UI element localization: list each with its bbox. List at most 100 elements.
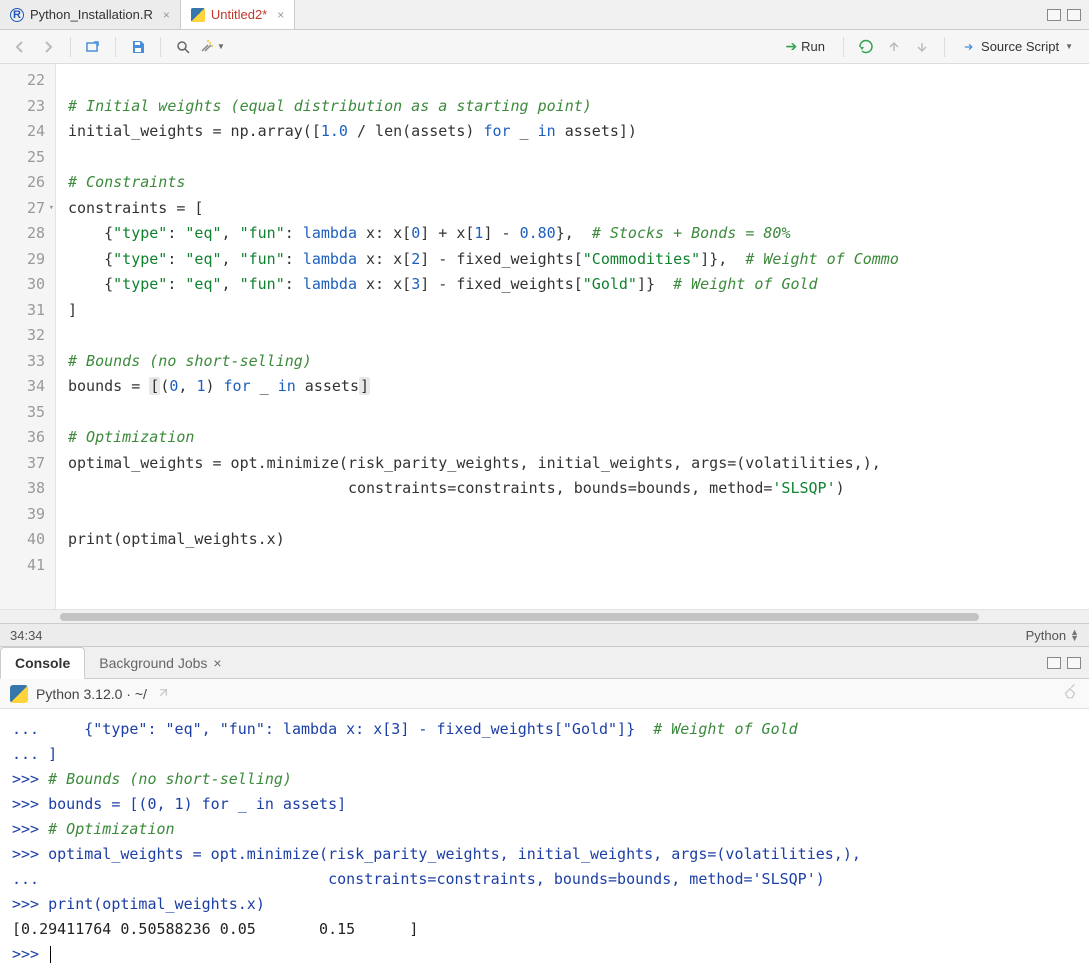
rerun-button[interactable] (854, 35, 878, 59)
maximize-pane-icon[interactable] (1067, 657, 1081, 669)
updown-icon: ▲▼ (1070, 629, 1079, 641)
line-number: 31 (4, 298, 45, 324)
toolbar-separator (115, 37, 116, 57)
python-icon (10, 685, 28, 703)
show-in-new-window-button[interactable] (81, 35, 105, 59)
chevron-down-icon: ▼ (1065, 42, 1073, 51)
language-selector[interactable]: Python ▲▼ (1026, 628, 1079, 643)
code-line: # Bounds (no short-selling) (68, 349, 1089, 375)
console-line: ... constraints=constraints, bounds=boun… (12, 867, 1077, 892)
line-number: 33 (4, 349, 45, 375)
console-line: >>> # Optimization (12, 817, 1077, 842)
line-number: 40 (4, 527, 45, 553)
console-output[interactable]: ... {"type": "eq", "fun": lambda x: x[3]… (0, 709, 1089, 967)
line-number: 36 (4, 425, 45, 451)
save-button[interactable] (126, 35, 150, 59)
tab-console[interactable]: Console (0, 647, 85, 679)
line-number: 26 (4, 170, 45, 196)
code-content[interactable]: # Initial weights (equal distribution as… (56, 64, 1089, 609)
toolbar-separator (843, 37, 844, 57)
horizontal-scrollbar[interactable] (0, 609, 1089, 623)
minimize-pane-icon[interactable] (1047, 657, 1061, 669)
close-icon[interactable]: × (213, 655, 221, 671)
line-number: 41 (4, 553, 45, 579)
code-line (68, 68, 1089, 94)
code-line: {"type": "eq", "fun": lambda x: x[0] + x… (68, 221, 1089, 247)
line-number: 39 (4, 502, 45, 528)
clear-console-icon[interactable] (1061, 682, 1079, 705)
line-number: 32 (4, 323, 45, 349)
code-line: optimal_weights = opt.minimize(risk_pari… (68, 451, 1089, 477)
run-label: Run (801, 39, 825, 54)
source-label: Source Script (981, 39, 1059, 54)
console-line: ... {"type": "eq", "fun": lambda x: x[3]… (12, 717, 1077, 742)
pane-window-controls (1047, 0, 1089, 29)
console-line: >>> (12, 942, 1077, 967)
run-arrow-icon: ➔ (785, 38, 797, 55)
pane-window-controls (1047, 647, 1089, 678)
code-line: print(optimal_weights.x) (68, 527, 1089, 553)
code-line: {"type": "eq", "fun": lambda x: x[3] - f… (68, 272, 1089, 298)
line-number: 35 (4, 400, 45, 426)
toolbar-separator (160, 37, 161, 57)
code-line: {"type": "eq", "fun": lambda x: x[2] - f… (68, 247, 1089, 273)
run-button[interactable]: ➔ Run (777, 36, 833, 57)
code-line: ] (68, 298, 1089, 324)
console-line: >>> # Bounds (no short-selling) (12, 767, 1077, 792)
code-line: # Initial weights (equal distribution as… (68, 94, 1089, 120)
line-gutter: 22 23 24 25 26 27 28 29 30 31 32 33 34 3… (0, 64, 56, 609)
toolbar-separator (944, 37, 945, 57)
minimize-pane-icon[interactable] (1047, 9, 1061, 21)
tab-background-jobs[interactable]: Background Jobs × (85, 647, 235, 678)
cursor-position: 34:34 (10, 628, 43, 643)
code-line: # Optimization (68, 425, 1089, 451)
code-line: constraints = [ (68, 196, 1089, 222)
code-line (68, 323, 1089, 349)
popout-icon[interactable] (155, 687, 169, 701)
code-line (68, 502, 1089, 528)
find-replace-button[interactable] (171, 35, 195, 59)
line-number: 37 (4, 451, 45, 477)
code-line: constraints=constraints, bounds=bounds, … (68, 476, 1089, 502)
line-number: 30 (4, 272, 45, 298)
toolbar-separator (70, 37, 71, 57)
editor-tabs: R Python_Installation.R × Untitled2* × (0, 0, 1089, 30)
line-number: 25 (4, 145, 45, 171)
line-number: 28 (4, 221, 45, 247)
close-icon[interactable]: × (163, 8, 170, 22)
source-script-button[interactable]: Source Script ▼ (955, 37, 1081, 56)
console-info: Python 3.12.0 · ~/ (36, 686, 147, 702)
code-line: bounds = [(0, 1) for _ in assets] (68, 374, 1089, 400)
code-line (68, 145, 1089, 171)
console-line: ... ] (12, 742, 1077, 767)
close-icon[interactable]: × (277, 8, 284, 22)
tab-python-installation[interactable]: R Python_Installation.R × (0, 0, 181, 29)
code-editor[interactable]: 22 23 24 25 26 27 28 29 30 31 32 33 34 3… (0, 64, 1089, 609)
console-line: [0.29411764 0.50588236 0.05 0.15 ] (12, 917, 1077, 942)
editor-statusbar: 34:34 Python ▲▼ (0, 623, 1089, 647)
code-line (68, 553, 1089, 579)
python-file-icon (191, 8, 205, 22)
line-number: 29 (4, 247, 45, 273)
line-number: 34 (4, 374, 45, 400)
line-number: 27 (4, 196, 45, 222)
code-line: # Constraints (68, 170, 1089, 196)
line-number: 24 (4, 119, 45, 145)
panel-tabs: Console Background Jobs × (0, 647, 1089, 679)
language-label: Python (1026, 628, 1066, 643)
r-file-icon: R (10, 8, 24, 22)
jobs-tab-label: Background Jobs (99, 655, 207, 671)
tab-label: Python_Installation.R (30, 7, 153, 22)
nav-forward-button[interactable] (36, 35, 60, 59)
line-number: 23 (4, 94, 45, 120)
maximize-pane-icon[interactable] (1067, 9, 1081, 21)
tab-untitled2[interactable]: Untitled2* × (181, 0, 295, 29)
code-tools-button[interactable]: ▼ (199, 35, 225, 59)
scrollbar-thumb[interactable] (60, 613, 979, 621)
section-up-button[interactable] (882, 35, 906, 59)
code-line: initial_weights = np.array([1.0 / len(as… (68, 119, 1089, 145)
nav-back-button[interactable] (8, 35, 32, 59)
cursor-icon (50, 946, 51, 963)
console-toolbar: Python 3.12.0 · ~/ (0, 679, 1089, 709)
section-down-button[interactable] (910, 35, 934, 59)
